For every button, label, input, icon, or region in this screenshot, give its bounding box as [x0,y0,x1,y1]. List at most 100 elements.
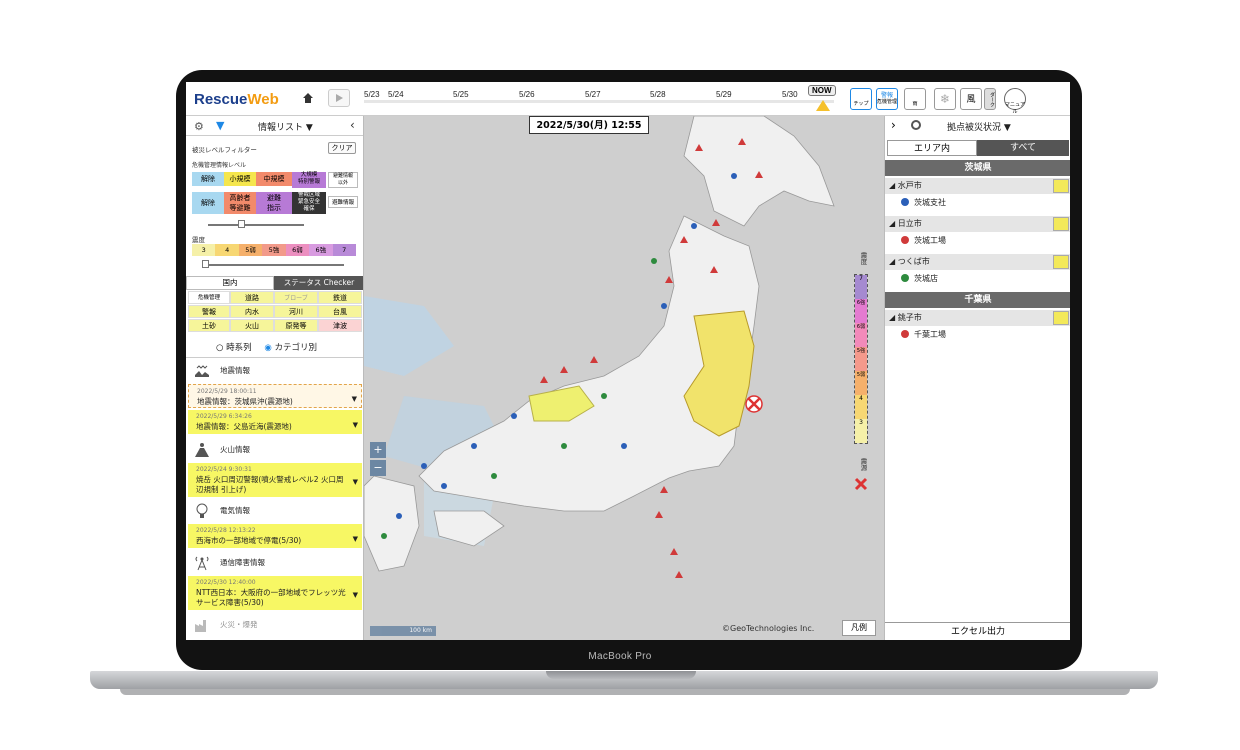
level-slider-knob[interactable] [238,220,245,228]
intensity-4[interactable]: 4 [215,244,239,256]
dark-mode-button[interactable]: ダーク [984,88,996,110]
category-road[interactable]: 道路 [230,291,274,304]
intensity-slider-knob[interactable] [202,260,209,268]
expand-arrow-icon[interactable]: ▼ [353,534,358,544]
info-item[interactable]: 2022/5/30 12:40:00 NTT西日本：大阪府の一部地域でフレッツ光… [188,576,362,610]
level-release[interactable]: 解除 [192,172,224,186]
evac-info[interactable]: 避難情報 [328,196,358,208]
site-item[interactable]: 茨城支社 [901,196,946,210]
city-row[interactable]: ◢ 日立市 [885,216,1070,232]
timeline-track[interactable] [364,100,834,103]
radio-timeseries[interactable]: ○ 時系列 [216,343,252,353]
excel-export-button[interactable]: エクセル出力 [885,622,1070,640]
expand-arrow-icon[interactable]: ▼ [353,477,358,487]
city-row[interactable]: ◢ 水戸市 [885,178,1070,194]
timeline-date[interactable]: 5/26 [519,90,535,99]
chip-button[interactable]: チップ [850,88,872,110]
intensity-5-lower[interactable]: 5弱 [238,244,263,256]
site-item[interactable]: 茨城工場 [901,234,946,248]
category-nuclear[interactable]: 原発等 [274,319,318,332]
zoom-out-button[interactable]: − [370,460,386,476]
level-large[interactable]: 大規模 特別警報 [292,172,326,188]
now-marker[interactable] [816,100,830,111]
category-landslide[interactable]: 土砂 [188,319,230,332]
category-alert[interactable]: 警報 [188,305,230,318]
category-volcano-info: 火山情報 [186,439,363,461]
level-non-evac[interactable]: 避難情報 以外 [328,172,358,188]
category-river[interactable]: 河川 [274,305,318,318]
intensity-5-upper[interactable]: 5強 [262,244,286,256]
timeline-date[interactable]: 5/27 [585,90,601,99]
intensity-scale[interactable]: 3 4 5弱 5強 6弱 6強 7 [192,244,356,256]
category-volcano[interactable]: 火山 [230,319,274,332]
category-probe[interactable]: ブローブ [274,291,318,304]
legend-button[interactable]: 凡例 [842,620,876,636]
rain-button[interactable]: 雨 [904,88,926,110]
category-tsunami[interactable]: 津波 [318,319,362,332]
city-row[interactable]: ◢ 銚子市 [885,310,1070,326]
target-icon[interactable] [911,120,921,130]
clear-button[interactable]: クリア [328,142,356,154]
gear-icon[interactable]: ⚙ [194,120,204,133]
collapse-left-icon[interactable]: ‹ [350,118,355,132]
tab-in-area[interactable]: エリア内 [887,140,977,156]
category-typhoon[interactable]: 台風 [318,305,362,318]
play-button[interactable] [328,89,350,107]
evac-release[interactable]: 解除 [192,192,224,214]
right-panel-title[interactable]: 拠点被災状況 ▼ [947,120,1011,133]
radio-category[interactable]: ◉ カテゴリ別 [264,343,317,353]
app-logo[interactable]: RescueWeb [194,91,279,108]
evac-emergency[interactable]: 警戒区域 緊急安全 確保 [292,192,326,214]
info-item[interactable]: 2022/5/28 12:13:22 西海市の一部地域で停電(5/30) ▼ [188,524,362,548]
prefecture-header[interactable]: 千葉県 [885,292,1070,308]
site-map-icon[interactable] [1053,255,1069,269]
home-icon[interactable] [302,92,314,104]
evac-elderly[interactable]: 高齢者 等避難 [224,192,256,214]
timeline-date[interactable]: 5/24 [388,90,404,99]
expand-right-icon[interactable]: › [891,118,896,132]
info-item[interactable]: 2022/5/24 9:30:31 焼岳 火口周辺警報(噴火警戒レベル2 火口周… [188,463,362,497]
expand-arrow-icon[interactable]: ▼ [352,394,357,404]
intensity-7[interactable]: 7 [332,244,356,256]
tab-all[interactable]: すべて [977,140,1069,156]
snow-icon[interactable]: ❄ [934,88,956,110]
category-crisis[interactable]: 危機管理 [188,291,230,304]
site-item[interactable]: 茨城店 [901,272,938,286]
prefecture-header[interactable]: 茨城県 [885,160,1070,176]
wind-button[interactable]: 風 [960,88,982,110]
alert-button[interactable]: 警報 危機管理 [876,88,898,110]
category-inland-water[interactable]: 内水 [230,305,274,318]
expand-arrow-icon[interactable]: ▼ [353,590,358,600]
category-rail[interactable]: 鉄道 [318,291,362,304]
intensity-3[interactable]: 3 [192,244,216,256]
filter-icon[interactable]: ▼ [216,119,224,132]
expand-arrow-icon[interactable]: ▼ [353,420,358,430]
intensity-6-lower[interactable]: 6弱 [285,244,310,256]
level-small[interactable]: 小規模 [224,172,256,186]
left-panel-title[interactable]: 情報リスト ▼ [258,120,313,133]
timeline-date[interactable]: 5/30 [782,90,798,99]
site-item[interactable]: 千葉工場 [901,328,946,342]
level-medium[interactable]: 中規模 [256,172,292,186]
epicenter-marker[interactable] [745,395,763,413]
site-map-icon[interactable] [1053,179,1069,193]
evac-order[interactable]: 避難 指示 [256,192,292,214]
timeline-date[interactable]: 5/25 [453,90,469,99]
site-map-icon[interactable] [1053,311,1069,325]
disaster-map[interactable]: 2022/5/30(月) 12:55 + − 100 km ©GeoTechno… [364,116,884,640]
tab-status-checker[interactable]: ステータス Checker [274,276,363,290]
manual-button[interactable]: マニュアル [1004,88,1026,115]
japan-map[interactable] [364,116,884,640]
level-slider[interactable] [208,224,304,226]
intensity-slider[interactable] [202,264,344,266]
site-map-icon[interactable] [1053,217,1069,231]
intensity-6-upper[interactable]: 6強 [309,244,333,256]
info-item[interactable]: 2022/5/29 18:00:11 地震情報：茨城県沖(震源地) ▼ [188,384,362,408]
timeline-date[interactable]: 5/29 [716,90,732,99]
timeline-date[interactable]: 5/23 [364,90,380,99]
zoom-in-button[interactable]: + [370,442,386,458]
tab-domestic[interactable]: 国内 [186,276,274,290]
timeline-date[interactable]: 5/28 [650,90,666,99]
info-item[interactable]: 2022/5/29 6:34:26 地震情報：父島近海(震源地) ▼ [188,410,362,434]
city-row[interactable]: ◢ つくば市 [885,254,1070,270]
